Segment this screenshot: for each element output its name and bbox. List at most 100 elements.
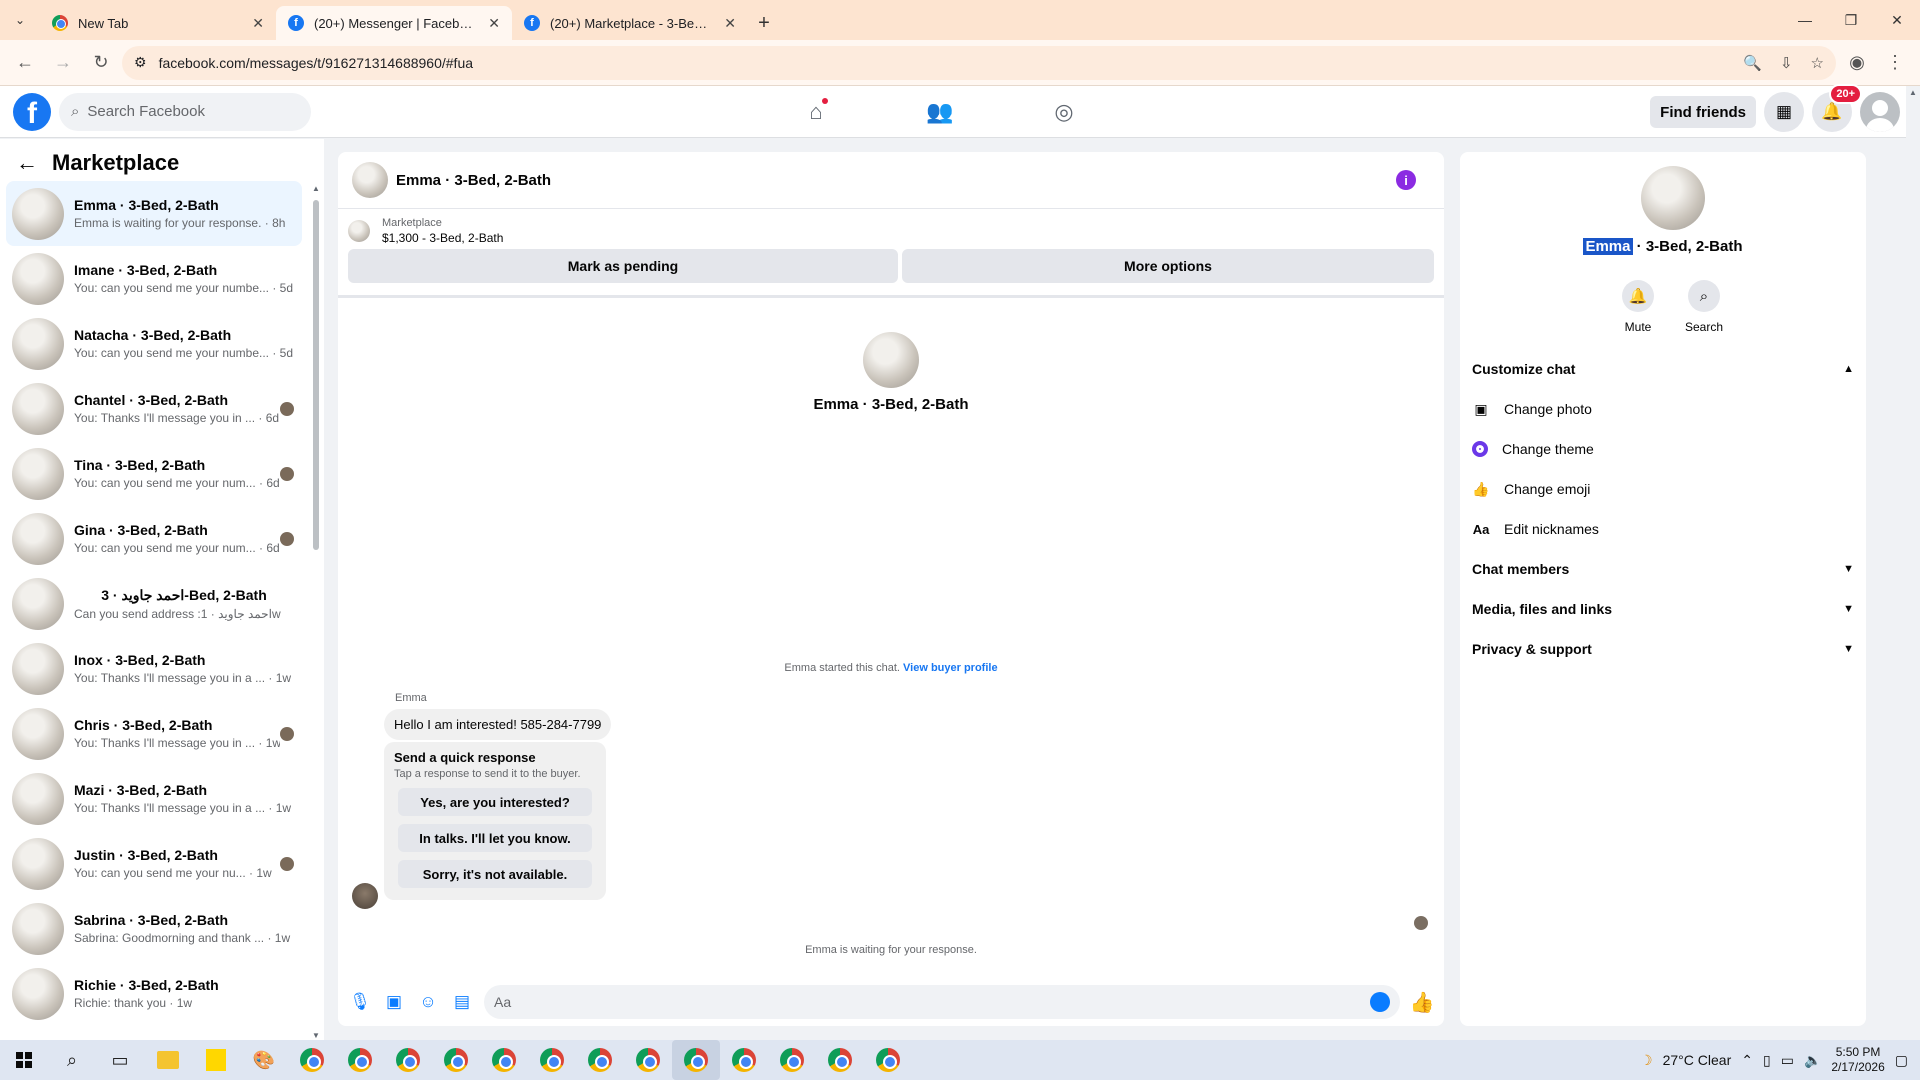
emoji-icon[interactable] [1370, 992, 1390, 1012]
quick-response-option[interactable]: Yes, are you interested? [398, 788, 592, 816]
scroll-up-icon[interactable]: ▲ [1909, 88, 1917, 97]
tab-search-dropdown[interactable]: ⌄ [0, 0, 40, 40]
menu-grid-icon[interactable]: ▦ [1764, 92, 1804, 132]
facebook-logo[interactable]: f [13, 92, 51, 131]
sidebar-scrollbar[interactable]: ▲ ▼ [312, 184, 320, 1040]
volume-icon[interactable]: 🔈 [1804, 1052, 1821, 1069]
menu-icon[interactable]: ⋮ [1878, 46, 1912, 80]
groups-icon[interactable]: ◎ [1038, 92, 1090, 132]
conversation-item[interactable]: Mazi · 3-Bed, 2-Bath You: Thanks I'll mes… [6, 766, 302, 831]
chrome-icon[interactable] [432, 1040, 480, 1080]
search-icon[interactable]: ⌕ [48, 1040, 96, 1080]
chrome-icon[interactable] [576, 1040, 624, 1080]
conversation-item[interactable]: Richie · 3-Bed, 2-Bath Richie: thank you … [6, 961, 302, 1026]
message-bubble[interactable]: Hello I am interested! 585-284-7799 [384, 709, 612, 740]
notifications-bell-icon[interactable]: 🔔 20+ [1812, 84, 1862, 132]
facebook-search-input[interactable]: ⌕ Search Facebook [59, 92, 311, 131]
search-in-chat-button[interactable]: ⌕ Search [1685, 280, 1723, 334]
home-icon[interactable]: ⌂ [790, 92, 842, 132]
change-emoji-item[interactable]: 👍 Change emoji [1472, 469, 1858, 509]
zoom-icon[interactable]: 🔍 [1743, 54, 1762, 72]
sender-avatar[interactable] [352, 883, 378, 909]
browser-tab-messenger[interactable]: f (20+) Messenger | Facebook ✕ [276, 6, 512, 40]
scroll-up-icon[interactable]: ▲ [312, 184, 320, 193]
customize-chat-section[interactable]: Customize chat ▲ [1472, 349, 1858, 389]
profile-icon[interactable]: ◉ [1840, 46, 1874, 80]
conversation-item[interactable]: Inox · 3-Bed, 2-Bath You: Thanks I'll mes… [6, 636, 302, 701]
listing-thumbnail[interactable] [348, 220, 370, 242]
paint-app-icon[interactable]: 🎨 [240, 1040, 288, 1080]
new-tab-button[interactable]: + [748, 6, 780, 40]
notification-center-icon[interactable]: ▢ [1895, 1052, 1908, 1069]
conversation-item[interactable]: Gina · 3-Bed, 2-Bath You: can you send me… [6, 506, 302, 571]
chrome-icon[interactable] [816, 1040, 864, 1080]
close-window-icon[interactable]: ✕ [1874, 0, 1920, 40]
browser-tab-new-tab[interactable]: New Tab ✕ [40, 6, 276, 40]
mark-as-pending-button[interactable]: Mark as pending [348, 249, 898, 283]
info-icon[interactable]: i [1396, 170, 1416, 190]
microphone-icon[interactable]: 🎙 [348, 990, 372, 1014]
details-avatar[interactable] [1641, 166, 1705, 230]
start-button[interactable] [0, 1040, 48, 1080]
back-icon[interactable]: ← [8, 46, 42, 80]
page-scrollbar[interactable]: ▲ [1906, 86, 1920, 1040]
chrome-icon[interactable] [672, 1040, 720, 1080]
friends-icon[interactable]: 👥 [914, 92, 966, 132]
view-buyer-profile-link[interactable]: View buyer profile [903, 662, 998, 674]
chat-title[interactable]: Emma · 3-Bed, 2-Bath [396, 172, 551, 189]
install-app-icon[interactable]: ⇩ [1780, 54, 1793, 72]
sticker-icon[interactable]: ☺ [416, 990, 440, 1014]
conversation-item[interactable]: Chantel · 3-Bed, 2-Bath You: Thanks I'll … [6, 376, 302, 441]
file-explorer-icon[interactable] [144, 1040, 192, 1080]
conversation-item[interactable]: Justin · 3-Bed, 2-Bath You: can you send … [6, 831, 302, 896]
chrome-icon[interactable] [336, 1040, 384, 1080]
conversation-item[interactable]: احمد جاوید · 3-Bed, 2-Bath Can you send a… [6, 571, 302, 636]
privacy-support-section[interactable]: Privacy & support ▼ [1472, 629, 1858, 669]
weather-moon-icon[interactable]: ☽ [1640, 1052, 1653, 1069]
chrome-icon[interactable] [864, 1040, 912, 1080]
gif-icon[interactable]: ▤ [450, 990, 474, 1014]
restore-icon[interactable]: ❐ [1828, 0, 1874, 40]
conversation-item[interactable]: Emma · 3-Bed, 2-Bath Emma is waiting for … [6, 181, 302, 246]
change-theme-item[interactable]: Change theme [1472, 429, 1858, 469]
close-icon[interactable]: ✕ [252, 15, 264, 32]
chrome-icon[interactable] [768, 1040, 816, 1080]
address-bar[interactable]: ⚙ facebook.com/messages/t/91627131468896… [122, 45, 1836, 80]
message-input[interactable]: Aa [484, 985, 1400, 1019]
find-friends-button[interactable]: Find friends [1650, 96, 1756, 128]
task-view-icon[interactable]: ▭ [96, 1040, 144, 1080]
conversation-item[interactable]: Natacha · 3-Bed, 2-Bath You: can you send… [6, 311, 302, 376]
conversation-item[interactable]: Tina · 3-Bed, 2-Bath You: can you send me… [6, 441, 302, 506]
clock[interactable]: 5:50 PM 2/17/2026 [1831, 1045, 1884, 1075]
conversation-item[interactable]: Imane · 3-Bed, 2-Bath You: can you send m… [6, 246, 302, 311]
close-icon[interactable]: ✕ [488, 15, 500, 32]
sticky-notes-icon[interactable] [192, 1040, 240, 1080]
more-options-button[interactable]: More options [902, 249, 1434, 283]
conversation-item[interactable]: Chris · 3-Bed, 2-Bath You: Thanks I'll me… [6, 701, 302, 766]
scroll-down-icon[interactable]: ▼ [312, 1031, 320, 1040]
quick-response-option[interactable]: In talks. I'll let you know. [398, 824, 592, 852]
browser-tab-marketplace[interactable]: f (20+) Marketplace - 3-Bed, 2-B ✕ [512, 6, 748, 40]
quick-response-option[interactable]: Sorry, it's not available. [398, 860, 592, 888]
chat-avatar[interactable] [352, 162, 388, 198]
back-arrow-icon[interactable]: ← [16, 150, 38, 176]
chevron-up-icon[interactable]: ⌃ [1741, 1052, 1753, 1069]
media-files-section[interactable]: Media, files and links ▼ [1472, 589, 1858, 629]
chrome-icon[interactable] [288, 1040, 336, 1080]
bookmark-star-icon[interactable]: ☆ [1811, 54, 1824, 72]
site-info-icon[interactable]: ⚙ [134, 54, 147, 71]
chrome-icon[interactable] [528, 1040, 576, 1080]
forward-icon[interactable]: → [46, 46, 80, 80]
chrome-icon[interactable] [384, 1040, 432, 1080]
chrome-icon[interactable] [720, 1040, 768, 1080]
close-icon[interactable]: ✕ [724, 15, 736, 32]
network-icon[interactable]: ▭ [1781, 1052, 1794, 1069]
like-thumbs-up-icon[interactable]: 👍 [1410, 990, 1435, 1014]
change-photo-item[interactable]: ▣ Change photo [1472, 389, 1858, 429]
battery-icon[interactable]: ▯ [1763, 1052, 1771, 1069]
scrollbar-thumb[interactable] [313, 200, 319, 550]
chrome-icon[interactable] [480, 1040, 528, 1080]
chat-members-section[interactable]: Chat members ▼ [1472, 549, 1858, 589]
edit-nicknames-item[interactable]: Aa Edit nicknames [1472, 509, 1858, 549]
minimize-icon[interactable]: — [1782, 0, 1828, 40]
